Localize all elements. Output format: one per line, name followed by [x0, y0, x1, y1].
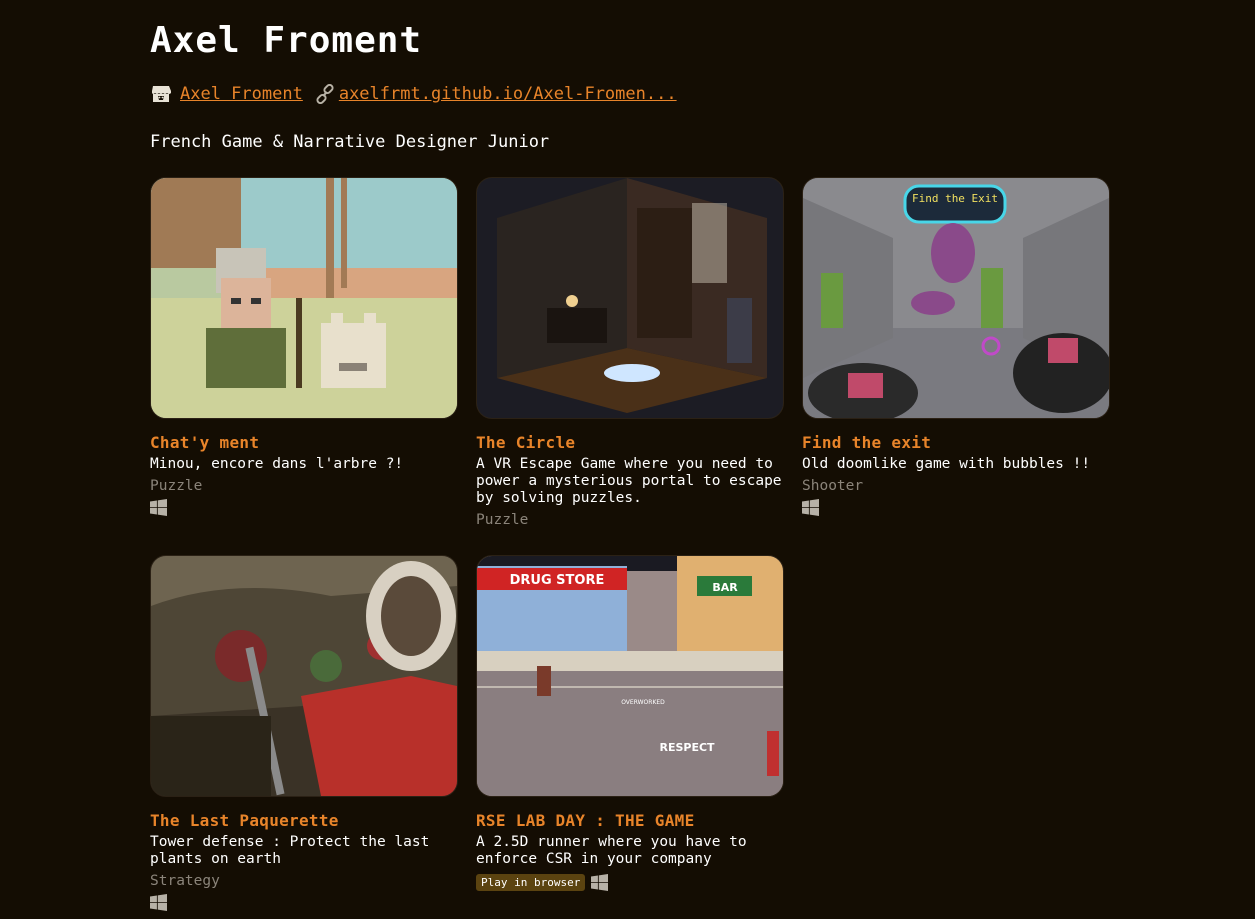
game-description: A 2.5D runner where you have to enforce … — [476, 834, 747, 867]
thumb-text: DRUG STORE — [510, 573, 605, 588]
play-in-browser-badge: Play in browser — [476, 874, 586, 891]
page-title: Axel Froment — [150, 20, 423, 61]
website-link[interactable]: axelfrmt.github.io/Axel-Fromen... — [339, 82, 677, 106]
game-card-find-the-exit[interactable]: Find the Exit Find the exit Old doomlike… — [802, 177, 1110, 516]
game-genre: Shooter — [802, 478, 864, 494]
thumb-text: OVERWORKED — [621, 699, 665, 706]
platforms: Play in browser — [476, 874, 784, 891]
game-title[interactable]: RSE LAB DAY : THE GAME — [476, 811, 784, 831]
platforms — [150, 894, 458, 911]
game-description: A VR Escape Game where you need to power… — [476, 456, 782, 506]
game-genre: Strategy — [150, 873, 220, 889]
game-card-chaty-ment[interactable]: Chat'y ment Minou, encore dans l'arbre ?… — [150, 177, 458, 516]
windows-icon — [150, 499, 167, 516]
game-description: Minou, encore dans l'arbre ?! — [150, 456, 404, 472]
game-thumbnail[interactable]: Find the Exit — [802, 177, 1110, 419]
game-title[interactable]: Chat'y ment — [150, 433, 458, 453]
game-card-the-circle[interactable]: The Circle A VR Escape Game where you ne… — [476, 177, 784, 529]
game-genre: Puzzle — [476, 512, 529, 528]
game-title[interactable]: The Circle — [476, 433, 784, 453]
game-genre: Puzzle — [150, 478, 203, 494]
windows-icon — [802, 499, 819, 516]
game-title[interactable]: Find the exit — [802, 433, 1110, 453]
game-description: Tower defense : Protect the last plants … — [150, 834, 430, 867]
itch-profile-link[interactable]: Axel Froment — [180, 82, 303, 106]
game-description: Old doomlike game with bubbles !! — [802, 456, 1091, 472]
thumb-text: RESPECT — [659, 741, 715, 754]
thumb-text: Find the Exit — [912, 192, 998, 205]
profile-tagline: French Game & Narrative Designer Junior — [150, 132, 550, 152]
windows-icon — [150, 894, 167, 911]
game-thumbnail[interactable]: DRUG STORE BAR OVERWORKED RESPECT — [476, 555, 784, 797]
itch-icon — [152, 86, 171, 102]
platforms — [150, 499, 458, 516]
platforms — [802, 499, 1110, 516]
game-thumbnail[interactable] — [150, 177, 458, 419]
game-title[interactable]: The Last Paquerette — [150, 811, 458, 831]
game-thumbnail[interactable] — [150, 555, 458, 797]
profile-links: Axel Froment axelfrmt.github.io/Axel-Fro… — [150, 82, 677, 106]
game-card-the-last-paquerette[interactable]: The Last Paquerette Tower defense : Prot… — [150, 555, 458, 911]
windows-icon — [591, 874, 609, 891]
thumb-text: BAR — [712, 581, 738, 594]
link-icon — [316, 84, 334, 104]
game-card-rse-lab-day[interactable]: DRUG STORE BAR OVERWORKED RESPECT RSE LA… — [476, 555, 784, 891]
game-thumbnail[interactable] — [476, 177, 784, 419]
